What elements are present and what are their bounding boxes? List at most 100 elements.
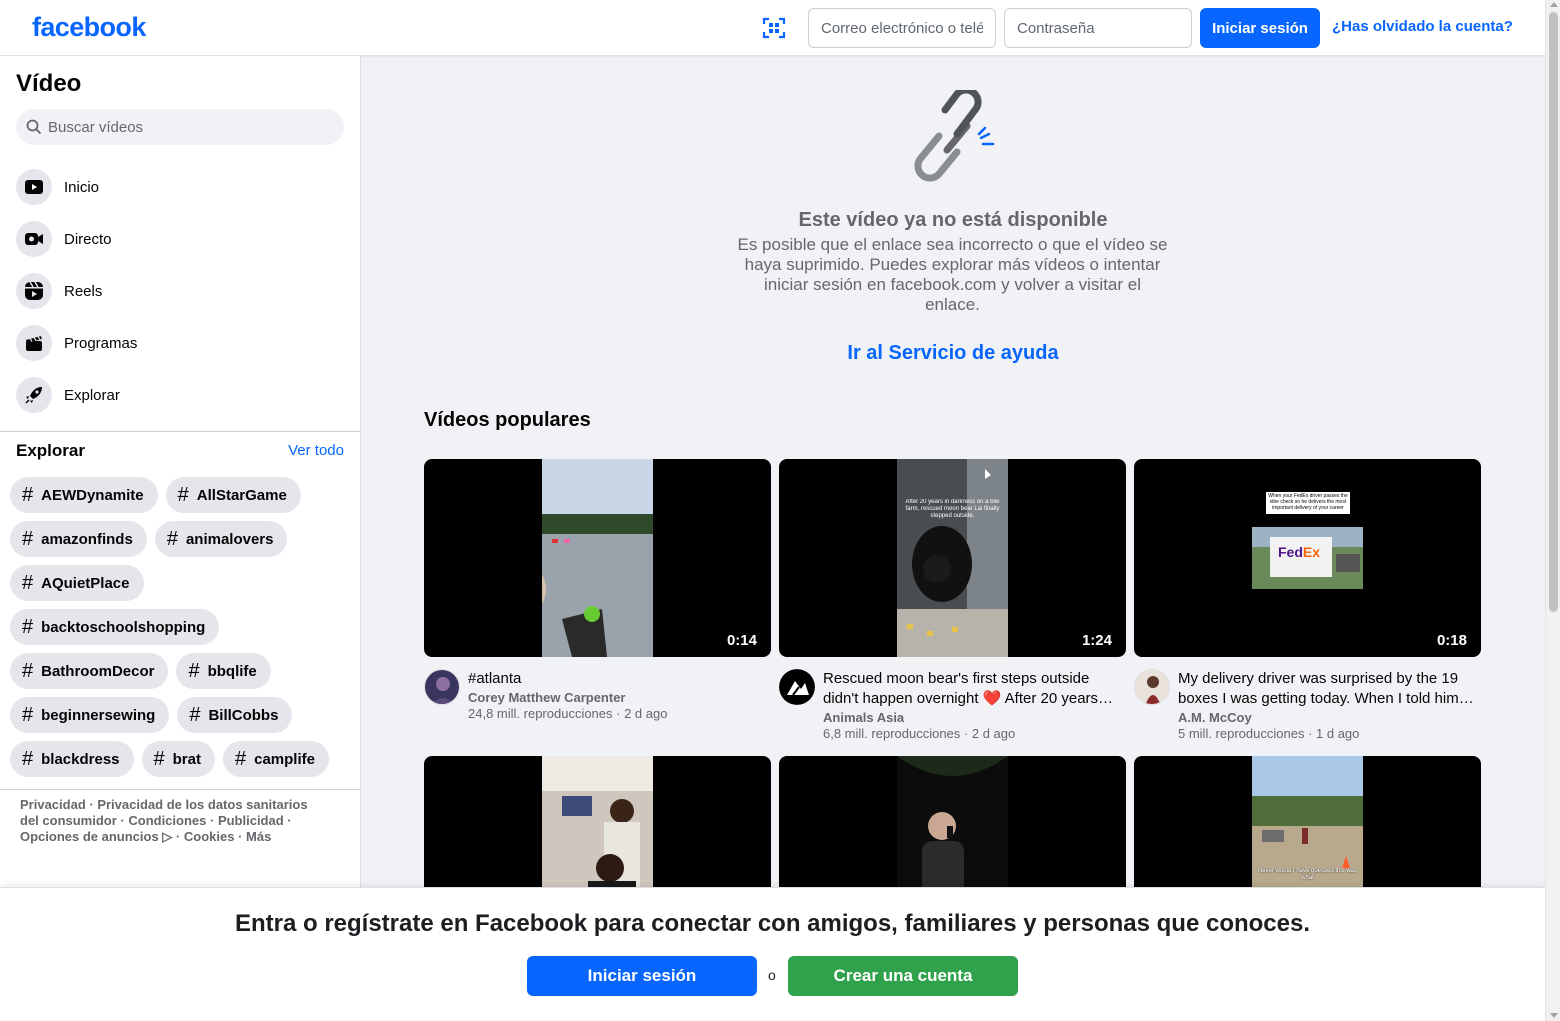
- footer-link-ads[interactable]: Publicidad: [218, 813, 284, 828]
- sidebar-item-directo[interactable]: Directo: [8, 215, 352, 263]
- play-icon: [16, 169, 52, 205]
- video-age: 1 d ago: [1316, 726, 1360, 741]
- hashtag-chip[interactable]: # backtoschoolshopping: [10, 609, 220, 645]
- hashtag-chip[interactable]: # blackdress: [10, 741, 134, 777]
- sidebar-item-reels[interactable]: Reels: [8, 267, 352, 315]
- avatar[interactable]: [779, 669, 815, 705]
- sidebar-item-inicio[interactable]: Inicio: [8, 163, 352, 211]
- thumbnail-image: After 20 years in darkness on a bile far…: [897, 459, 1008, 657]
- scrollbar[interactable]: [1545, 0, 1560, 1021]
- hashtag-chip[interactable]: # AQuietPlace: [10, 565, 144, 601]
- avatar[interactable]: [424, 669, 460, 705]
- hashtag-label: AEWDynamite: [41, 486, 144, 504]
- video-title[interactable]: #atlanta: [468, 669, 768, 689]
- video-card[interactable]: When your FedEx driver passes the vibe c…: [1134, 459, 1481, 747]
- sidebar-item-label: Programas: [64, 334, 138, 352]
- hashtag-chip[interactable]: # camplife: [222, 741, 329, 777]
- video-meta: 6,8 mill. reproducciones · 2 d ago: [823, 726, 1016, 741]
- footer-link-ad-choices[interactable]: Opciones de anuncios ▷: [20, 829, 172, 844]
- hash-icon: #: [234, 747, 247, 770]
- search-icon: [26, 119, 42, 135]
- avatar[interactable]: [1134, 669, 1170, 705]
- banner-login-button[interactable]: Iniciar sesión: [527, 956, 757, 996]
- hash-icon: #: [22, 703, 34, 726]
- footer-link-cookies[interactable]: Cookies: [184, 829, 235, 844]
- popular-videos-heading: Vídeos populares: [424, 409, 591, 431]
- email-field[interactable]: [808, 8, 996, 48]
- video-title[interactable]: My delivery driver was surprised by the …: [1178, 669, 1478, 709]
- video-meta: 5 mill. reproducciones · 1 d ago: [1178, 726, 1360, 741]
- sidebar-item-explorar[interactable]: Explorar: [8, 371, 352, 419]
- scroll-down-arrow-icon[interactable]: [1550, 1013, 1558, 1018]
- scrollbar-thumb[interactable]: [1549, 12, 1558, 612]
- see-all-link[interactable]: Ver todo: [288, 442, 344, 459]
- thumbnail-image: When your FedEx driver passes the vibe c…: [1252, 459, 1363, 657]
- thumbnail-image: [542, 459, 653, 657]
- reels-icon: [16, 273, 52, 309]
- hashtag-label: amazonfinds: [41, 530, 133, 548]
- video-card[interactable]: 0:14 #atlanta Corey Matthew Carpenter 24…: [424, 459, 771, 747]
- main-content: Este vídeo ya no está disponible Es posi…: [361, 56, 1545, 1021]
- video-duration: 0:14: [726, 632, 757, 649]
- hashtag-label: backtoschoolshopping: [41, 618, 206, 636]
- hash-icon: #: [166, 527, 178, 550]
- video-duration: 0:18: [1436, 632, 1467, 649]
- hashtag-chip[interactable]: # amazonfinds: [10, 521, 147, 557]
- sidebar-title: Vídeo: [16, 70, 82, 97]
- scroll-up-arrow-icon[interactable]: [1550, 2, 1558, 7]
- thumbnail-caption: When your FedEx driver passes the vibe c…: [1268, 493, 1348, 511]
- login-button[interactable]: Iniciar sesión: [1200, 8, 1320, 48]
- hashtag-chip[interactable]: # BathroomDecor: [10, 653, 169, 689]
- video-author[interactable]: A.M. McCoy: [1178, 710, 1252, 725]
- video-title[interactable]: Rescued moon bear's first steps outside …: [823, 669, 1123, 709]
- hashtag-label: blackdress: [41, 750, 120, 768]
- forgot-account-link[interactable]: ¿Has olvidado la cuenta?: [1332, 18, 1513, 35]
- hash-icon: #: [189, 703, 201, 726]
- hashtag-chip[interactable]: # beginnersewing: [10, 697, 170, 733]
- hashtag-chip[interactable]: # brat: [141, 741, 215, 777]
- footer-link-terms[interactable]: Condiciones: [128, 813, 206, 828]
- divider: [0, 789, 360, 790]
- hash-icon: #: [22, 747, 34, 770]
- live-camera-icon: [16, 221, 52, 257]
- footer-link-privacy[interactable]: Privacidad: [20, 797, 86, 812]
- hashtag-chip[interactable]: # AEWDynamite: [10, 477, 158, 513]
- search-box[interactable]: [16, 109, 344, 145]
- hashtag-label: camplife: [254, 750, 315, 768]
- video-views: 5 mill. reproducciones: [1178, 726, 1305, 741]
- video-views: 6,8 mill. reproducciones: [823, 726, 961, 741]
- video-card[interactable]: After 20 years in darkness on a bile far…: [779, 459, 1126, 747]
- hashtag-chip[interactable]: # bbqlife: [176, 653, 271, 689]
- hashtag-label: BillCobbs: [208, 706, 279, 724]
- sidebar-item-programas[interactable]: Programas: [8, 319, 352, 367]
- hashtag-label: brat: [172, 750, 201, 768]
- video-author[interactable]: Animals Asia: [823, 710, 904, 725]
- hashtag-label: beginnersewing: [41, 706, 156, 724]
- hash-icon: #: [188, 659, 200, 682]
- video-thumbnail[interactable]: 0:14: [424, 459, 771, 657]
- thumbnail-caption: After 20 years in darkness on a bile far…: [905, 499, 1000, 519]
- hash-icon: #: [153, 747, 165, 770]
- hashtag-chip[interactable]: # animalovers: [154, 521, 288, 557]
- facebook-logo[interactable]: facebook: [32, 12, 146, 43]
- help-center-link[interactable]: Ir al Servicio de ayuda: [361, 342, 1545, 365]
- footer-links: Privacidad · Privacidad de los datos san…: [20, 797, 308, 844]
- qr-scan-icon[interactable]: [762, 16, 786, 40]
- video-author[interactable]: Corey Matthew Carpenter: [468, 690, 625, 705]
- video-thumbnail[interactable]: After 20 years in darkness on a bile far…: [779, 459, 1126, 657]
- hash-icon: #: [22, 571, 34, 594]
- search-input[interactable]: [48, 109, 338, 145]
- hashtag-chip[interactable]: # BillCobbs: [177, 697, 293, 733]
- sidebar-item-label: Reels: [64, 282, 103, 300]
- unavailable-title: Este vídeo ya no está disponible: [798, 209, 1108, 231]
- create-account-button[interactable]: Crear una cuenta: [788, 956, 1018, 996]
- password-field[interactable]: [1004, 8, 1192, 48]
- hashtag-label: AllStarGame: [196, 486, 287, 504]
- hashtag-chip[interactable]: # AllStarGame: [165, 477, 301, 513]
- footer-link-more[interactable]: Más: [246, 829, 271, 844]
- banner-message: Entra o regístrate en Facebook para cone…: [234, 910, 1311, 937]
- video-thumbnail[interactable]: When your FedEx driver passes the vibe c…: [1134, 459, 1481, 657]
- login-banner: Entra o regístrate en Facebook para cone…: [0, 887, 1545, 1021]
- video-views: 24,8 mill. reproducciones: [468, 706, 613, 721]
- hashtag-label: BathroomDecor: [41, 662, 155, 680]
